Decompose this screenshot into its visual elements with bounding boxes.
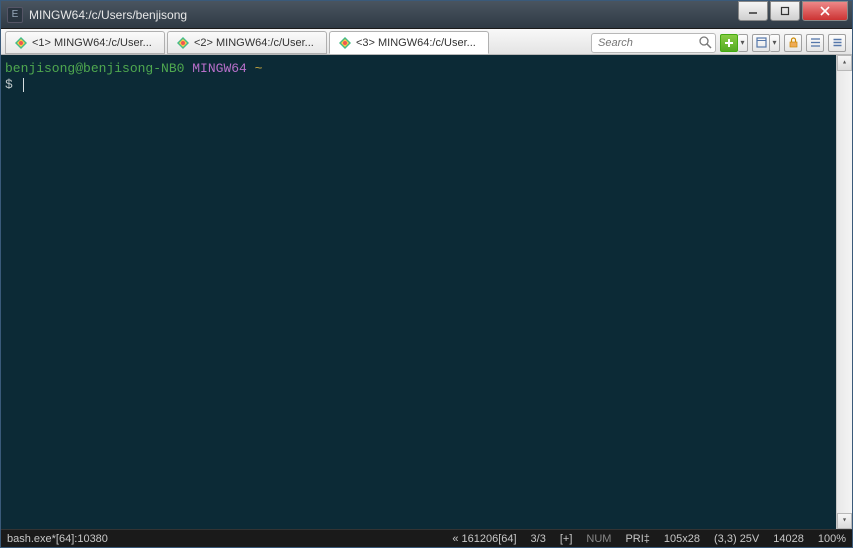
- status-num: NUM: [586, 533, 611, 545]
- status-pid: 14028: [773, 533, 804, 545]
- window-list-dropdown[interactable]: ▾: [770, 34, 780, 52]
- tab-label: <3> MINGW64:/c/User...: [356, 37, 476, 49]
- terminal-tab-icon: [176, 36, 190, 50]
- status-cursor: (3,3) 25V: [714, 533, 759, 545]
- lock-button[interactable]: [784, 34, 802, 52]
- tab-2[interactable]: <2> MINGW64:/c/User...: [167, 31, 327, 54]
- plus-icon: [724, 38, 734, 48]
- status-pri: PRI‡: [625, 533, 649, 545]
- scroll-track[interactable]: [837, 71, 852, 513]
- minimize-icon: [748, 6, 758, 16]
- status-zoom: 100%: [818, 533, 846, 545]
- vertical-scrollbar[interactable]: ▴ ▾: [836, 55, 852, 529]
- tab-label: <2> MINGW64:/c/User...: [194, 37, 314, 49]
- text-cursor: [23, 78, 24, 92]
- tabbar: <1> MINGW64:/c/User... <2> MINGW64:/c/Us…: [1, 29, 852, 55]
- scroll-down-button[interactable]: ▾: [837, 513, 852, 529]
- status-size: 105x28: [664, 533, 700, 545]
- list-view-button[interactable]: [806, 34, 824, 52]
- prompt-user-host: benjisong@benjisong-NB0: [5, 61, 184, 76]
- scroll-up-button[interactable]: ▴: [837, 55, 852, 71]
- list-icon: [810, 37, 821, 48]
- search-icon: [699, 36, 712, 49]
- tab-3[interactable]: <3> MINGW64:/c/User...: [329, 31, 489, 54]
- prompt-path: ~: [255, 61, 263, 76]
- menu-button[interactable]: [828, 34, 846, 52]
- status-process: bash.exe*[64]:10380: [7, 533, 438, 545]
- window-title: MINGW64:/c/Users/benjisong: [29, 8, 738, 22]
- app-window: E MINGW64:/c/Users/benjisong <1> MINGW64…: [0, 0, 853, 548]
- status-plus: [+]: [560, 533, 573, 545]
- maximize-button[interactable]: [770, 1, 800, 21]
- new-tab-dropdown[interactable]: ▾: [738, 34, 748, 52]
- terminal-viewport[interactable]: benjisong@benjisong-NB0 MINGW64 ~ $ ▴ ▾: [1, 55, 852, 529]
- window-icon: [756, 37, 767, 48]
- status-encoding: « 161206[64]: [452, 533, 516, 545]
- prompt-line: benjisong@benjisong-NB0 MINGW64 ~: [5, 61, 848, 77]
- search-box: [591, 33, 716, 53]
- window-list-button[interactable]: [752, 34, 770, 52]
- app-icon: E: [7, 7, 23, 23]
- maximize-icon: [780, 6, 790, 16]
- titlebar[interactable]: E MINGW64:/c/Users/benjisong: [1, 1, 852, 29]
- status-screens: 3/3: [531, 533, 546, 545]
- tab-1[interactable]: <1> MINGW64:/c/User...: [5, 31, 165, 54]
- lock-icon: [788, 37, 799, 48]
- minimize-button[interactable]: [738, 1, 768, 21]
- window-controls: [738, 1, 852, 28]
- close-icon: [819, 6, 831, 16]
- tabbar-toolbar: ▾ ▾: [591, 31, 848, 54]
- menu-icon: [832, 37, 843, 48]
- search-input[interactable]: [591, 33, 716, 53]
- prompt-env: MINGW64: [192, 61, 247, 76]
- terminal-tab-icon: [14, 36, 28, 50]
- terminal-tab-icon: [338, 36, 352, 50]
- close-button[interactable]: [802, 1, 848, 21]
- new-tab-button[interactable]: [720, 34, 738, 52]
- input-line: $: [5, 77, 848, 93]
- statusbar: bash.exe*[64]:10380 « 161206[64] 3/3 [+]…: [1, 529, 852, 547]
- prompt-symbol: $: [5, 77, 13, 92]
- tab-label: <1> MINGW64:/c/User...: [32, 37, 152, 49]
